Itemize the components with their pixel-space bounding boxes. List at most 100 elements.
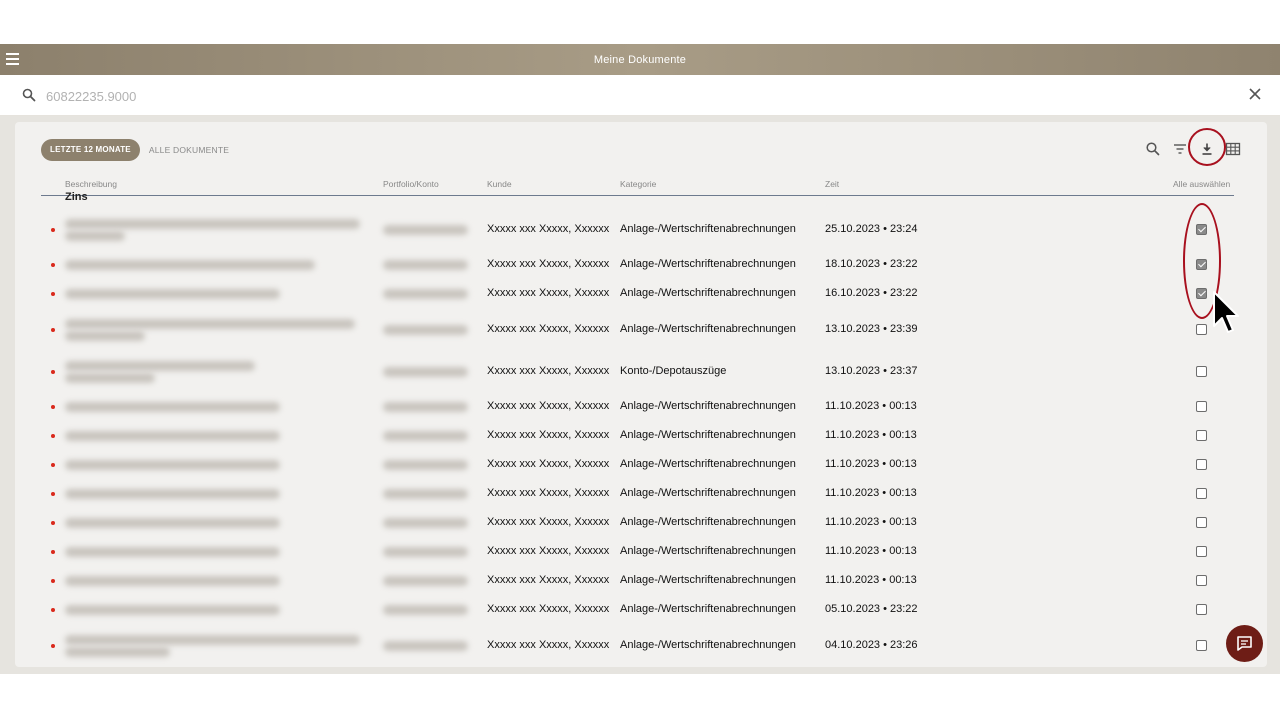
redacted-description: [65, 260, 315, 270]
time-cell: 13.10.2023 • 23:37: [825, 365, 918, 377]
row-checkbox[interactable]: [1196, 640, 1207, 651]
time-cell: 18.10.2023 • 23:22: [825, 258, 918, 270]
redacted-description: [65, 460, 280, 470]
redacted-portfolio: [383, 367, 468, 377]
row-checkbox[interactable]: [1196, 366, 1207, 377]
redacted-portfolio: [383, 460, 468, 470]
annotation-circle: [1188, 128, 1226, 166]
row-checkbox[interactable]: [1196, 459, 1207, 470]
redacted-portfolio: [383, 325, 468, 335]
filter-icon[interactable]: [1172, 141, 1188, 157]
redacted-portfolio: [383, 576, 468, 586]
category-cell: Anlage-/Wertschriftenabrechnungen: [620, 574, 796, 586]
table-row[interactable]: Xxxxx xxx Xxxxx, Xxxxxx Anlage-/Wertschri…: [41, 218, 1234, 242]
table-row[interactable]: Xxxxx xxx Xxxxx, Xxxxxx Anlage-/Wertschri…: [41, 253, 1234, 277]
unread-indicator: [51, 463, 55, 467]
chat-button[interactable]: [1226, 625, 1263, 662]
category-cell: Anlage-/Wertschriftenabrechnungen: [620, 429, 796, 441]
row-checkbox[interactable]: [1196, 401, 1207, 412]
column-header-portfolio[interactable]: Portfolio/Konto: [383, 179, 439, 189]
table-row[interactable]: Xxxxx xxx Xxxxx, Xxxxxx Anlage-/Wertschri…: [41, 395, 1234, 419]
grid-view-icon[interactable]: [1225, 141, 1241, 157]
table-row[interactable]: Xxxxx xxx Xxxxx, Xxxxxx Anlage-/Wertschri…: [41, 282, 1234, 306]
category-cell: Anlage-/Wertschriftenabrechnungen: [620, 323, 796, 335]
table-row[interactable]: Xxxxx xxx Xxxxx, Xxxxxx Anlage-/Wertschri…: [41, 598, 1234, 622]
table-row[interactable]: Xxxxx xxx Xxxxx, Xxxxxx Anlage-/Wertschri…: [41, 424, 1234, 448]
redacted-description: [65, 402, 280, 412]
select-all-label[interactable]: Alle auswählen: [1173, 179, 1230, 189]
search-icon[interactable]: [1145, 141, 1161, 157]
chat-icon: [1237, 636, 1252, 651]
row-checkbox[interactable]: [1196, 488, 1207, 499]
redacted-portfolio: [383, 518, 468, 528]
unread-indicator: [51, 579, 55, 583]
redacted-description: [65, 331, 145, 341]
close-icon[interactable]: [1248, 87, 1262, 101]
redacted-portfolio: [383, 605, 468, 615]
column-header-beschreibung[interactable]: Beschreibung: [65, 179, 117, 189]
row-checkbox[interactable]: [1196, 324, 1207, 335]
table-row[interactable]: Xxxxx xxx Xxxxx, Xxxxxx Anlage-/Wertschri…: [41, 569, 1234, 593]
row-checkbox[interactable]: [1196, 604, 1207, 615]
table-header: Beschreibung Portfolio/Konto Kunde Kateg…: [41, 178, 1234, 196]
unread-indicator: [51, 492, 55, 496]
search-icon: [22, 88, 36, 102]
redacted-portfolio: [383, 289, 468, 299]
redacted-description: [65, 635, 360, 645]
customer-cell: Xxxxx xxx Xxxxx, Xxxxxx: [487, 429, 610, 441]
redacted-description: [65, 431, 280, 441]
row-checkbox[interactable]: [1196, 575, 1207, 586]
unread-indicator: [51, 644, 55, 648]
table-row[interactable]: Xxxxx xxx Xxxxx, Xxxxxx Anlage-/Wertschri…: [41, 540, 1234, 564]
category-cell: Anlage-/Wertschriftenabrechnungen: [620, 516, 796, 528]
row-checkbox[interactable]: [1196, 430, 1207, 441]
hamburger-menu-icon[interactable]: [6, 53, 19, 65]
redacted-portfolio: [383, 641, 468, 651]
table-row[interactable]: Xxxxx xxx Xxxxx, Xxxxxx Anlage-/Wertschri…: [41, 482, 1234, 506]
tab-all-documents[interactable]: ALLE DOKUMENTE: [140, 145, 238, 155]
customer-cell: Xxxxx xxx Xxxxx, Xxxxxx: [487, 323, 610, 335]
category-cell: Anlage-/Wertschriftenabrechnungen: [620, 639, 796, 651]
page: Meine Dokumente LETZTE 12 MONATE ALLE DO…: [0, 0, 1280, 720]
redacted-portfolio: [383, 402, 468, 412]
app-header: Meine Dokumente: [0, 44, 1280, 75]
table-row[interactable]: Xxxxx xxx Xxxxx, Xxxxxx Anlage-/Wertschri…: [41, 511, 1234, 535]
table-row[interactable]: Xxxxx xxx Xxxxx, Xxxxxx Konto-/Depotauszü…: [41, 360, 1234, 384]
customer-cell: Xxxxx xxx Xxxxx, Xxxxxx: [487, 400, 610, 412]
redacted-description: [65, 361, 255, 371]
table-row[interactable]: Xxxxx xxx Xxxxx, Xxxxxx Anlage-/Wertschri…: [41, 453, 1234, 477]
search-input[interactable]: [46, 85, 1196, 107]
table-row[interactable]: Xxxxx xxx Xxxxx, Xxxxxx Anlage-/Wertschri…: [41, 634, 1234, 658]
unread-indicator: [51, 292, 55, 296]
period-tabs: LETZTE 12 MONATE ALLE DOKUMENTE: [41, 139, 238, 161]
redacted-description: [65, 289, 280, 299]
partial-row-text: Zins: [65, 191, 88, 203]
category-cell: Anlage-/Wertschriftenabrechnungen: [620, 400, 796, 412]
row-checkbox[interactable]: [1196, 546, 1207, 557]
unread-indicator: [51, 550, 55, 554]
row-checkbox[interactable]: [1196, 517, 1207, 528]
tab-last-12-months[interactable]: LETZTE 12 MONATE: [41, 139, 140, 161]
time-cell: 16.10.2023 • 23:22: [825, 287, 918, 299]
category-cell: Anlage-/Wertschriftenabrechnungen: [620, 458, 796, 470]
unread-indicator: [51, 263, 55, 267]
time-cell: 11.10.2023 • 00:13: [825, 545, 917, 557]
time-cell: 11.10.2023 • 00:13: [825, 487, 917, 499]
category-cell: Anlage-/Wertschriftenabrechnungen: [620, 603, 796, 615]
time-cell: 05.10.2023 • 23:22: [825, 603, 918, 615]
redacted-portfolio: [383, 225, 468, 235]
column-header-kategorie[interactable]: Kategorie: [620, 179, 656, 189]
customer-cell: Xxxxx xxx Xxxxx, Xxxxxx: [487, 365, 610, 377]
redacted-portfolio: [383, 431, 468, 441]
customer-cell: Xxxxx xxx Xxxxx, Xxxxxx: [487, 516, 610, 528]
redacted-description: [65, 489, 280, 499]
time-cell: 04.10.2023 • 23:26: [825, 639, 918, 651]
redacted-description: [65, 518, 280, 528]
table-row[interactable]: Xxxxx xxx Xxxxx, Xxxxxx Anlage-/Wertschri…: [41, 318, 1234, 342]
customer-cell: Xxxxx xxx Xxxxx, Xxxxxx: [487, 574, 610, 586]
column-header-zeit[interactable]: Zeit: [825, 179, 839, 189]
column-header-kunde[interactable]: Kunde: [487, 179, 512, 189]
redacted-portfolio: [383, 260, 468, 270]
unread-indicator: [51, 434, 55, 438]
category-cell: Anlage-/Wertschriftenabrechnungen: [620, 223, 796, 235]
